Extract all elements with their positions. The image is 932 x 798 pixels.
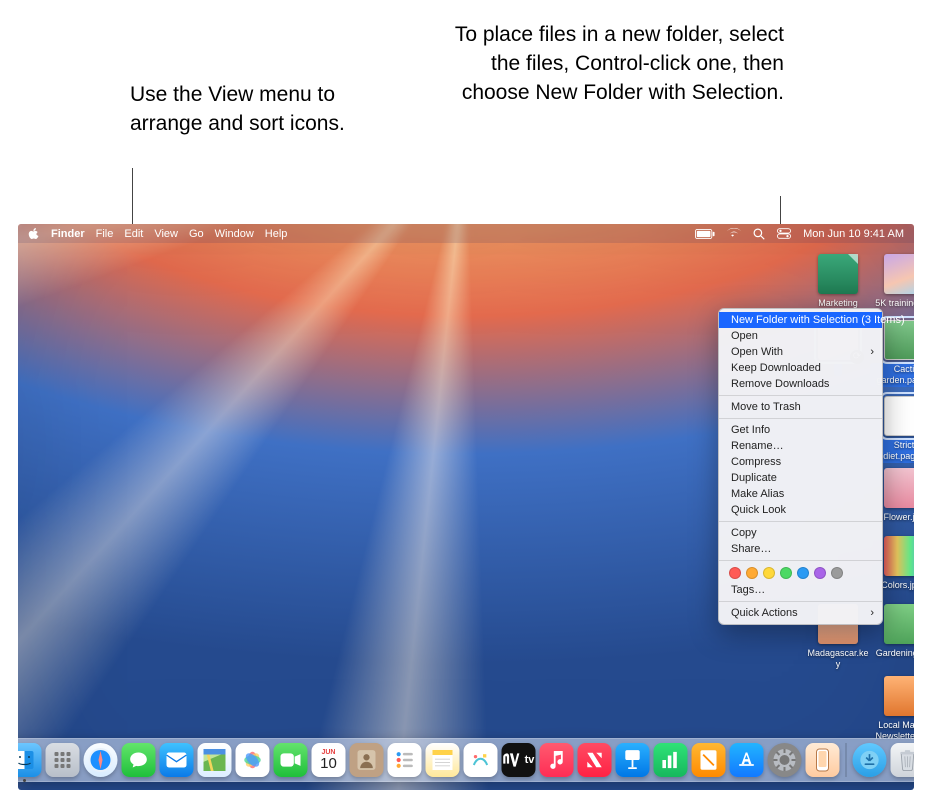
menu-item-compress[interactable]: Compress	[719, 454, 882, 470]
dock-appstore[interactable]	[730, 743, 764, 777]
tag-color-dot[interactable]	[814, 567, 826, 579]
dock-launchpad[interactable]	[46, 743, 80, 777]
dock-downloads[interactable]	[853, 743, 887, 777]
menu-item-move-to-trash[interactable]: Move to Trash	[719, 399, 882, 415]
menu-item-open[interactable]: Open	[719, 328, 882, 344]
annotation-callouts: Use the View menu to arrange and sort ic…	[0, 0, 932, 224]
menu-item-rename[interactable]: Rename…	[719, 438, 882, 454]
dock-maps[interactable]	[198, 743, 232, 777]
menu-view[interactable]: View	[154, 228, 178, 240]
tag-color-dot[interactable]	[746, 567, 758, 579]
menu-item-quick-actions[interactable]: Quick Actions	[719, 605, 882, 621]
dock-pages[interactable]	[692, 743, 726, 777]
dock-mail[interactable]	[160, 743, 194, 777]
dock-separator	[846, 743, 847, 777]
tag-color-dot[interactable]	[780, 567, 792, 579]
dock-calendar[interactable]: JUN 10	[312, 743, 346, 777]
dock-news[interactable]	[578, 743, 612, 777]
menu-item-duplicate[interactable]: Duplicate	[719, 470, 882, 486]
menu-go[interactable]: Go	[189, 228, 204, 240]
menu-item-keep-downloaded[interactable]: Keep Downloaded	[719, 360, 882, 376]
menu-item-tags[interactable]: Tags…	[719, 582, 882, 598]
tag-color-dot[interactable]	[729, 567, 741, 579]
dock-trash[interactable]	[891, 743, 915, 777]
menu-help[interactable]: Help	[265, 228, 288, 240]
wifi-icon[interactable]	[727, 228, 741, 239]
menu-item-quick-look[interactable]: Quick Look	[719, 502, 882, 518]
dock-reminders[interactable]	[388, 743, 422, 777]
menu-item-new-folder-with-selection[interactable]: New Folder with Selection (3 Items)	[719, 312, 882, 328]
dock-system-settings[interactable]	[768, 743, 802, 777]
menubar: Finder File Edit View Go Window Help Mon…	[18, 224, 914, 243]
menu-item-copy[interactable]: Copy	[719, 525, 882, 541]
menu-item-remove-downloads[interactable]: Remove Downloads	[719, 376, 882, 392]
dock-facetime[interactable]	[274, 743, 308, 777]
battery-icon[interactable]	[695, 229, 715, 239]
dock-music[interactable]	[540, 743, 574, 777]
spotlight-icon[interactable]	[753, 228, 765, 240]
menu-file[interactable]: File	[96, 228, 114, 240]
control-center-icon[interactable]	[777, 228, 791, 239]
dock-keynote[interactable]	[616, 743, 650, 777]
menu-window[interactable]: Window	[215, 228, 254, 240]
menubar-app-name[interactable]: Finder	[51, 228, 85, 240]
menubar-clock[interactable]: Mon Jun 10 9:41 AM	[803, 228, 904, 240]
dock-finder[interactable]	[18, 743, 42, 777]
mac-desktop[interactable]: Finder File Edit View Go Window Help Mon…	[18, 224, 914, 790]
dock-photos[interactable]	[236, 743, 270, 777]
file-newsletter[interactable]: Local Market Newsletter.pdf	[870, 676, 914, 743]
dock-numbers[interactable]	[654, 743, 688, 777]
dock-messages[interactable]	[122, 743, 156, 777]
dock: JUN 10 tv	[18, 738, 914, 782]
dock-iphone-mirroring[interactable]	[806, 743, 840, 777]
dock-notes[interactable]	[426, 743, 460, 777]
dock-tv[interactable]: tv	[502, 743, 536, 777]
menu-item-get-info[interactable]: Get Info	[719, 422, 882, 438]
file-5k-training[interactable]: 5K training.jpg	[870, 254, 914, 310]
tag-color-dot[interactable]	[763, 567, 775, 579]
callout-leader-line	[132, 168, 133, 224]
menu-tag-colors[interactable]	[719, 564, 882, 582]
menu-edit[interactable]: Edit	[124, 228, 143, 240]
apple-logo-icon[interactable]	[28, 228, 40, 240]
callout-new-folder: To place files in a new folder, select t…	[444, 20, 784, 107]
menu-item-share[interactable]: Share…	[719, 541, 882, 557]
tag-color-dot[interactable]	[831, 567, 843, 579]
dock-freeform[interactable]	[464, 743, 498, 777]
dock-contacts[interactable]	[350, 743, 384, 777]
dock-safari[interactable]	[84, 743, 118, 777]
menu-item-open-with[interactable]: Open With	[719, 344, 882, 360]
context-menu: New Folder with Selection (3 Items) Open…	[718, 308, 883, 625]
menu-item-make-alias[interactable]: Make Alias	[719, 486, 882, 502]
tag-color-dot[interactable]	[797, 567, 809, 579]
callout-view-menu: Use the View menu to arrange and sort ic…	[130, 80, 390, 138]
